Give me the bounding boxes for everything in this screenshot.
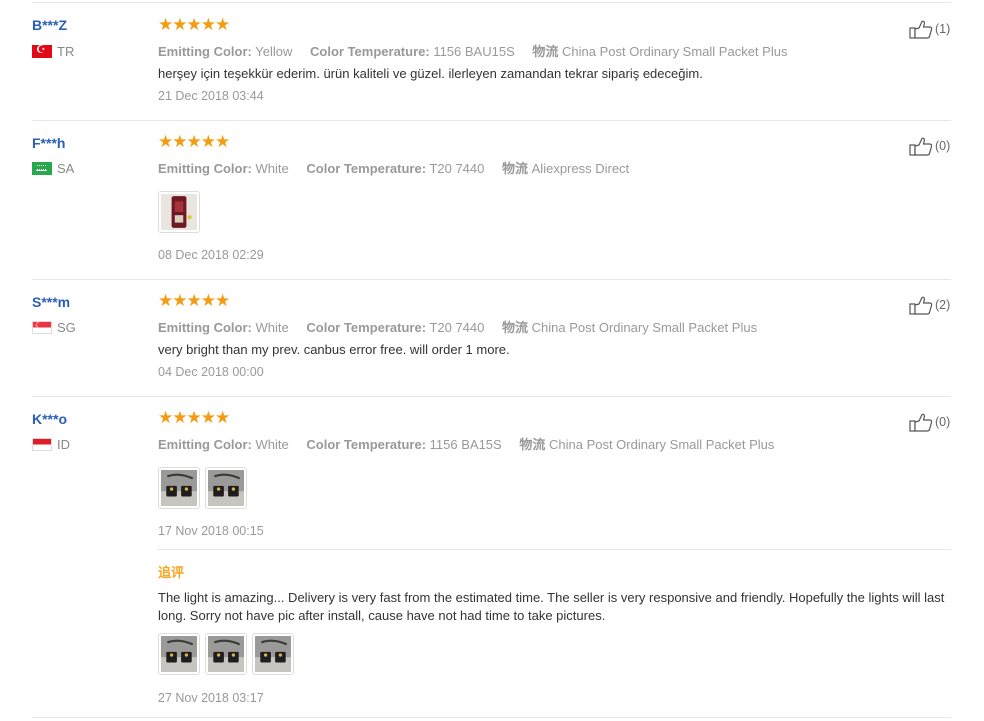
star-rating: ★★★★★ — [158, 291, 230, 311]
attribute-key: Emitting Color: — [158, 44, 252, 59]
attribute-value: China Post Ordinary Small Packet Plus — [531, 320, 758, 335]
review-date: 08 Dec 2018 02:29 — [158, 248, 264, 262]
country-code: SA — [57, 161, 75, 176]
attribute-value: Yellow — [255, 44, 293, 59]
star-rating: ★★★★★ — [158, 15, 230, 35]
divider — [32, 396, 951, 397]
thumbs-up-icon — [909, 296, 933, 315]
helpful-count: (0) — [935, 415, 951, 429]
review-attributes: Emitting Color: White Color Temperature:… — [158, 158, 643, 177]
additional-feedback-title: 追评 — [158, 565, 185, 580]
star-rating: ★★★★★ — [158, 132, 230, 152]
review-date: 21 Dec 2018 03:44 — [158, 89, 264, 103]
reviewer-name: K***o — [32, 411, 68, 427]
reviewer-name: F***h — [32, 135, 66, 151]
reviewer-name: B***Z — [32, 17, 68, 33]
attribute-value: T20 7440 — [429, 161, 485, 176]
indonesia-flag-icon — [32, 438, 52, 451]
review-date: 17 Nov 2018 00:15 — [158, 524, 264, 538]
divider — [32, 279, 951, 280]
helpful-count: (1) — [935, 22, 951, 36]
attribute-key: Color Temperature: — [306, 161, 427, 176]
country-code: SG — [57, 320, 76, 335]
attribute-key: Color Temperature: — [306, 320, 427, 335]
review-attributes: Emitting Color: White Color Temperature:… — [158, 317, 771, 336]
singapore-flag-icon — [32, 321, 52, 334]
helpful-button[interactable]: (1) — [909, 19, 950, 39]
additional-feedback-date: 27 Nov 2018 03:17 — [158, 691, 264, 705]
photo-image — [255, 636, 291, 672]
attribute-value: White — [255, 437, 289, 452]
review-attributes: Emitting Color: White Color Temperature:… — [158, 434, 788, 453]
attribute-value: T20 7440 — [429, 320, 485, 335]
attribute-key: 物流 — [502, 161, 529, 176]
thumbs-up-icon — [909, 413, 933, 432]
attribute-key: Color Temperature: — [306, 437, 427, 452]
attribute-value: 1156 BAU15S — [433, 44, 515, 59]
country-code: TR — [57, 44, 75, 59]
attribute-key: Color Temperature: — [310, 44, 430, 59]
saudi-arabia-flag-icon — [32, 162, 52, 175]
photo-image — [208, 470, 244, 506]
attribute-value: White — [255, 320, 289, 335]
additional-feedback-text: The light is amazing... Delivery is very… — [158, 590, 945, 623]
review-photo-thumbnail[interactable] — [158, 633, 200, 675]
country-code: ID — [57, 437, 70, 452]
thumbs-up-icon — [909, 20, 933, 39]
attribute-key: 物流 — [502, 320, 529, 335]
attribute-key: 物流 — [519, 437, 546, 452]
review-photo-thumbnail[interactable] — [205, 633, 247, 675]
reviewer-country: ID — [32, 437, 70, 452]
review-photo-thumbnail[interactable] — [158, 191, 200, 233]
review-photo-thumbnail[interactable] — [205, 467, 247, 509]
helpful-count: (2) — [935, 298, 951, 312]
photo-image — [161, 470, 197, 506]
helpful-button[interactable]: (0) — [909, 412, 950, 432]
attribute-value: White — [255, 161, 289, 176]
photo-image — [208, 636, 244, 672]
review-date: 04 Dec 2018 00:00 — [158, 365, 264, 379]
helpful-count: (0) — [935, 139, 951, 153]
attribute-value: China Post Ordinary Small Packet Plus — [562, 44, 788, 59]
attribute-value: 1156 BA15S — [429, 437, 502, 452]
reviewer-country: SG — [32, 320, 76, 335]
attribute-value: Aliexpress Direct — [531, 161, 630, 176]
photo-image — [161, 636, 197, 672]
attribute-key: 物流 — [532, 44, 559, 59]
helpful-button[interactable]: (0) — [909, 136, 950, 156]
thumbs-up-icon — [909, 137, 933, 156]
star-rating: ★★★★★ — [158, 408, 230, 428]
reviewer-name: S***m — [32, 294, 71, 310]
divider — [32, 2, 951, 3]
divider — [158, 549, 951, 550]
divider — [32, 120, 951, 121]
reviewer-country: TR — [32, 44, 74, 59]
review-text: very bright than my prev. canbus error f… — [158, 342, 510, 357]
review-attributes: Emitting Color: Yellow Color Temperature… — [158, 41, 801, 60]
review-text: herşey için teşekkür ederim. ürün kalite… — [158, 66, 703, 81]
attribute-key: Emitting Color: — [158, 320, 252, 335]
divider — [32, 717, 951, 718]
review-photo-thumbnail[interactable] — [252, 633, 294, 675]
review-photo-thumbnail[interactable] — [158, 467, 200, 509]
photo-image — [161, 194, 197, 230]
reviewer-country: SA — [32, 161, 74, 176]
attribute-value: China Post Ordinary Small Packet Plus — [548, 437, 775, 452]
attribute-key: Emitting Color: — [158, 161, 252, 176]
review-list: B***Z TR ★★★★★ Emitting Color: Yellow Co… — [0, 0, 984, 721]
attribute-key: Emitting Color: — [158, 437, 252, 452]
turkey-flag-icon — [32, 45, 52, 58]
helpful-button[interactable]: (2) — [909, 295, 950, 315]
